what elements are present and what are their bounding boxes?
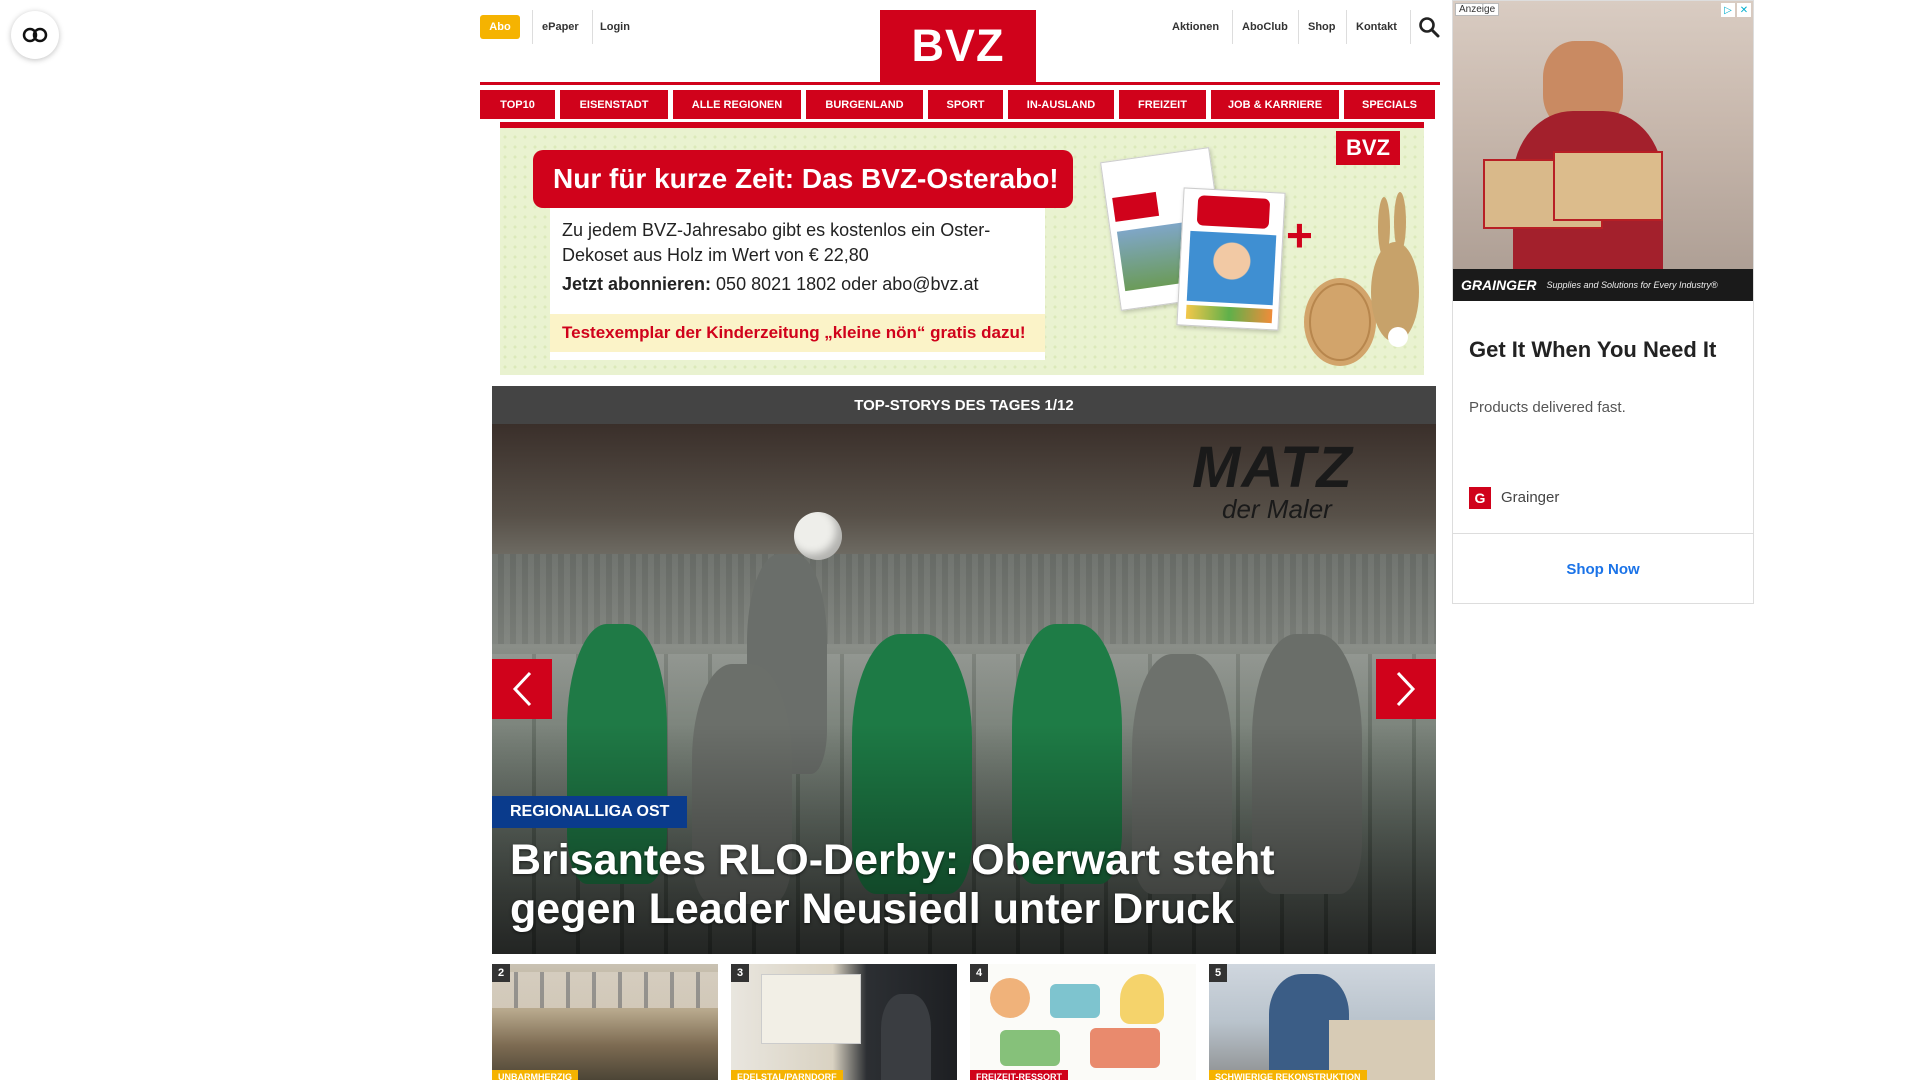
hero-sign: MATZ xyxy=(1192,435,1353,500)
ad-brand: GRAINGER xyxy=(1461,277,1537,293)
divider xyxy=(1298,10,1299,44)
kids-magazine-image xyxy=(1176,187,1286,331)
story-thumbnail-3[interactable]: 3 EDELSTAL/PARNDORF xyxy=(731,964,957,1080)
top-stories-header: TOP-STORYS DES TAGES 1/12 xyxy=(492,386,1436,424)
main-nav: TOP10 EISENSTADT ALLE REGIONEN BURGENLAN… xyxy=(480,90,1440,119)
grainger-logo-icon: G xyxy=(1469,487,1491,509)
story-tag: FREIZEIT-RESSORT xyxy=(970,1070,1069,1080)
story-thumbnail-5[interactable]: 5 SCHWIERIGE REKONSTRUKTION xyxy=(1209,964,1435,1080)
promo-contact-info: 050 8021 1802 oder abo@bvz.at xyxy=(716,274,979,294)
ad-advertiser[interactable]: Grainger xyxy=(1501,489,1559,506)
nav-item-top10[interactable]: TOP10 xyxy=(480,90,555,119)
divider xyxy=(1346,10,1347,44)
aboclub-link[interactable]: AboClub xyxy=(1242,15,1288,39)
story-number: 2 xyxy=(492,964,510,982)
hero-category-tag[interactable]: REGIONALLIGA OST xyxy=(492,796,688,828)
story-tag: UNBARMHERZIG xyxy=(492,1070,578,1080)
search-icon[interactable] xyxy=(1418,16,1440,38)
bvz-logo[interactable]: BVZ xyxy=(880,10,1036,82)
promo-footer: Testexemplar der Kinderzeitung „kleine n… xyxy=(550,314,1045,352)
page: Abo ePaper Login BVZ Aktionen AboClub Sh… xyxy=(0,0,1920,1080)
nav-item-specials[interactable]: SPECIALS xyxy=(1344,90,1435,119)
promo-cta-label: Jetzt abonnieren: xyxy=(562,274,712,294)
nav-item-alle-regionen[interactable]: ALLE REGIONEN xyxy=(673,90,801,119)
promo-headline: Nur für kurze Zeit: Das BVZ-Osterabo! xyxy=(533,150,1073,208)
shop-link[interactable]: Shop xyxy=(1308,15,1336,39)
promo-body: Zu jedem BVZ-Jahresabo gibt es kostenlos… xyxy=(562,220,991,265)
site-header: Abo ePaper Login BVZ Aktionen AboClub Sh… xyxy=(480,0,1440,82)
divider xyxy=(1410,10,1411,44)
ad-label: Anzeige xyxy=(1455,3,1500,16)
ad-image[interactable] xyxy=(1453,1,1753,301)
aktionen-link[interactable]: Aktionen xyxy=(1172,15,1219,39)
carousel-next-button[interactable] xyxy=(1376,659,1436,719)
header-rule xyxy=(480,82,1440,85)
divider xyxy=(1232,10,1233,44)
football xyxy=(794,512,842,560)
ad-choices-icon[interactable]: ▷ xyxy=(1721,3,1735,17)
divider xyxy=(592,10,593,44)
story-number: 4 xyxy=(970,964,988,982)
divider xyxy=(532,10,533,44)
story-tag: EDELSTAL/PARNDORF xyxy=(731,1070,843,1080)
hero-title[interactable]: Brisantes RLO-Derby: Oberwart steht gege… xyxy=(510,836,1370,934)
story-number: 5 xyxy=(1209,964,1227,982)
hero-sign-sub: der Maler xyxy=(1222,494,1332,524)
story-tag: SCHWIERIGE REKONSTRUKTION xyxy=(1209,1070,1367,1080)
abo-button[interactable]: Abo xyxy=(480,15,520,39)
hero-story[interactable]: MATZ der Maler REGIONALLIGA OST Brisante… xyxy=(492,424,1436,954)
nav-item-eisenstadt[interactable]: EISENSTADT xyxy=(560,90,668,119)
promo-banner[interactable]: Nur für kurze Zeit: Das BVZ-Osterabo! Zu… xyxy=(500,122,1424,375)
grainger-ad[interactable]: Anzeige ▷ ✕ GRAINGER Supplies and Soluti… xyxy=(1452,0,1754,604)
story-thumbnail-2[interactable]: 2 UNBARMHERZIG xyxy=(492,964,718,1080)
kontakt-link[interactable]: Kontakt xyxy=(1356,15,1397,39)
login-link[interactable]: Login xyxy=(600,15,630,39)
ad-slogan: Supplies and Solutions for Every Industr… xyxy=(1546,280,1718,290)
nav-item-job-karriere[interactable]: JOB & KARRIERE xyxy=(1211,90,1339,119)
epaper-link[interactable]: ePaper xyxy=(542,15,579,39)
carousel-prev-button[interactable] xyxy=(492,659,552,719)
ad-brand-strip: GRAINGER Supplies and Solutions for Ever… xyxy=(1453,269,1753,301)
accessibility-icon[interactable] xyxy=(11,11,59,59)
ad-close-icon[interactable]: ✕ xyxy=(1737,3,1751,17)
promo-contact: Jetzt abonnieren: 050 8021 1802 oder abo… xyxy=(562,274,979,295)
easter-decor-image xyxy=(1300,192,1420,367)
nav-item-in-ausland[interactable]: IN-AUSLAND xyxy=(1008,90,1114,119)
ad-description: Products delivered fast. xyxy=(1469,399,1626,416)
nav-item-sport[interactable]: SPORT xyxy=(928,90,1003,119)
nav-item-freizeit[interactable]: FREIZEIT xyxy=(1119,90,1206,119)
shop-now-button[interactable]: Shop Now xyxy=(1453,534,1753,604)
promo-topbar xyxy=(500,122,1424,128)
promo-textbox: Zu jedem BVZ-Jahresabo gibt es kostenlos… xyxy=(550,208,1045,360)
story-thumbnail-4[interactable]: 4 FREIZEIT-RESSORT xyxy=(970,964,1196,1080)
nav-item-burgenland[interactable]: BURGENLAND xyxy=(806,90,923,119)
promo-brand-logo: BVZ xyxy=(1336,131,1400,165)
ad-title[interactable]: Get It When You Need It xyxy=(1469,337,1716,363)
ad-choices[interactable]: ▷ ✕ xyxy=(1721,3,1751,17)
story-number: 3 xyxy=(731,964,749,982)
